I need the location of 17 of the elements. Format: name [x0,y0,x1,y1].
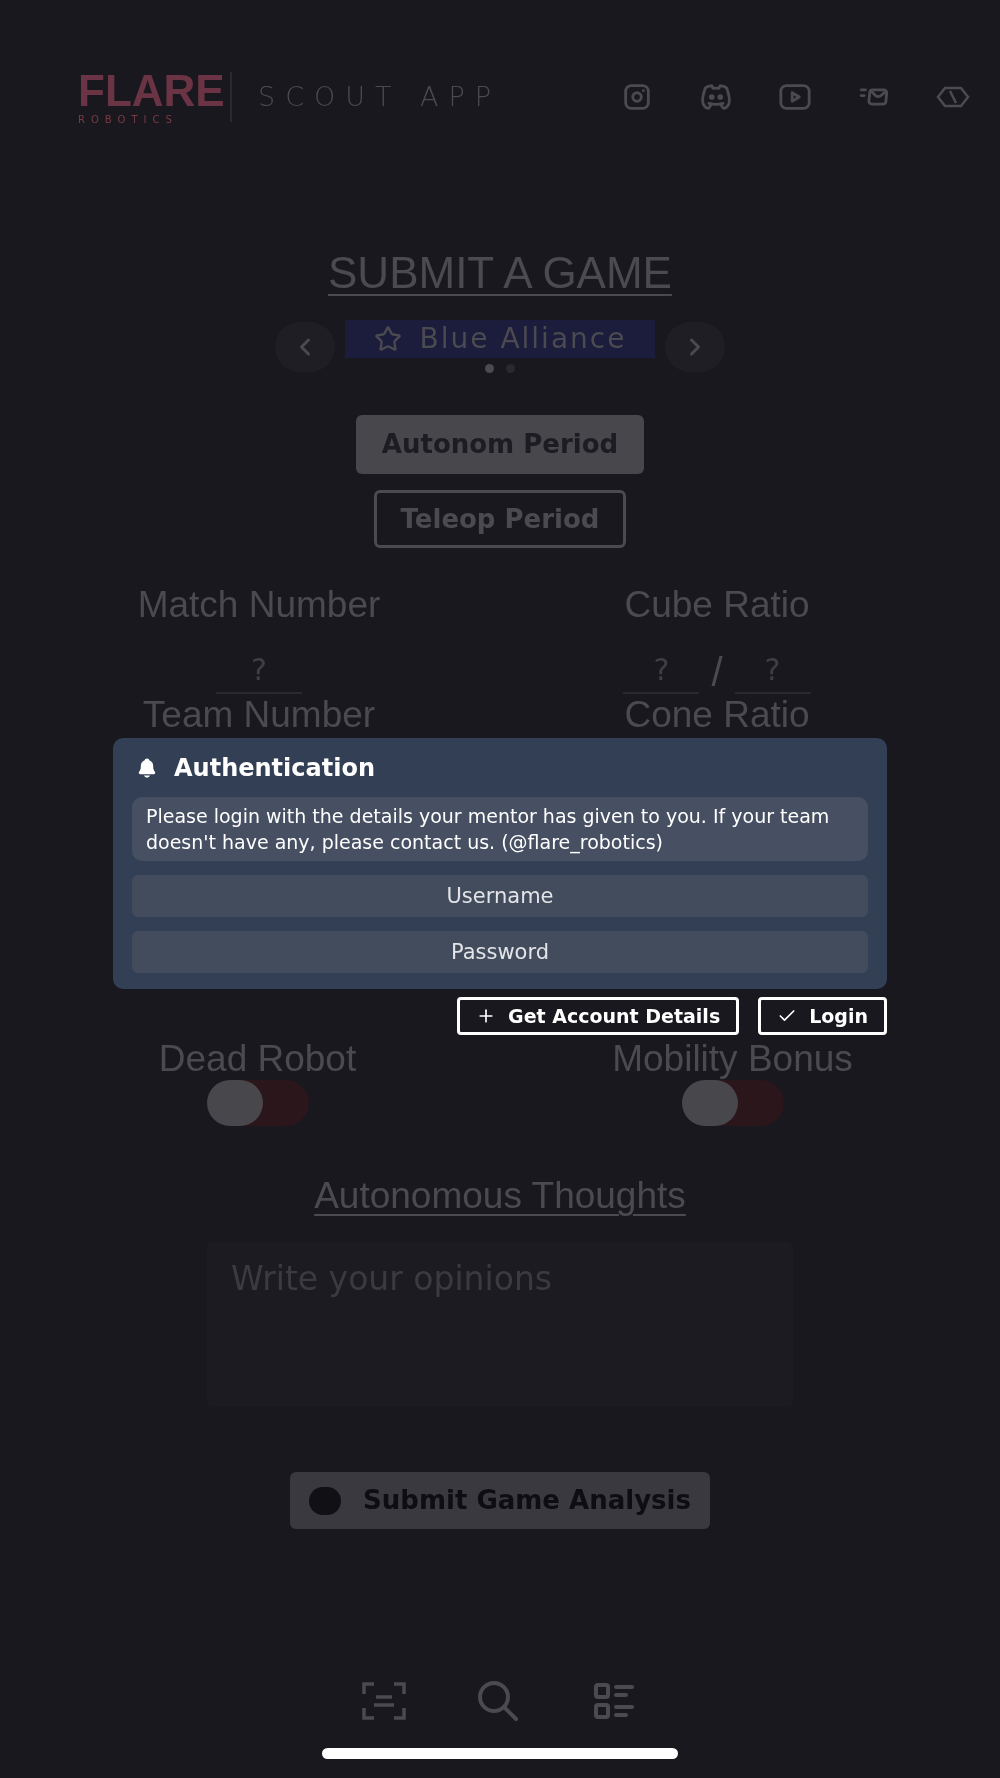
toggle-switch[interactable] [206,1080,309,1126]
login-field[interactable]: Username [132,875,868,917]
number-field[interactable]: ? [216,650,302,694]
login-field[interactable]: Password [132,931,868,973]
logo-text[interactable]: FLARE [78,68,225,114]
login-button[interactable]: Login [758,997,887,1035]
toggle-switch[interactable] [681,1080,784,1126]
logo-subtext: ROBOTICS [78,114,178,126]
dialog-message: Please login with the details your mentor has given to you. If your team doesn't have any, please contact us. (@flare_robotics) [132,797,868,861]
bell-icon [136,757,158,779]
scan-icon[interactable] [362,1682,406,1720]
dialog-title: Authentication [174,753,375,784]
star-icon [373,325,402,353]
number-field[interactable]: ? [734,650,811,694]
ratio-separator: / [711,650,723,694]
account-details-button[interactable]: Get Account Details [457,997,740,1035]
number-field[interactable]: ? [623,650,700,694]
